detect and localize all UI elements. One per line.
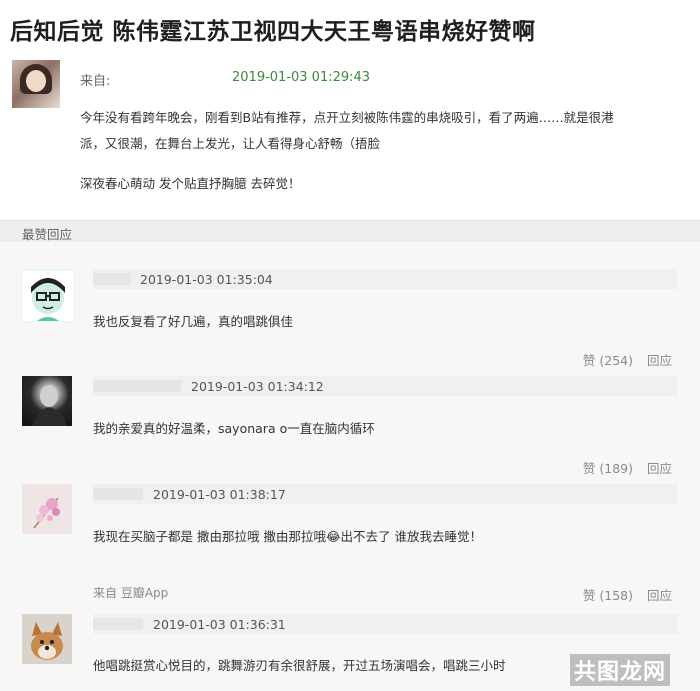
- comment-text: 他唱跳挺赏心悦目的，跳舞游刃有余很舒展，开过五场演唱会，唱跳三小时: [93, 658, 506, 673]
- comment-actions: 赞 (189) 回应: [569, 458, 672, 477]
- like-button[interactable]: 赞 (158): [583, 588, 633, 603]
- commenter-name[interactable]: [93, 618, 143, 630]
- comment-header: 2019-01-03 01:38:17: [93, 484, 678, 504]
- comment-list: 2019-01-03 01:35:04 我也反复看了好几遍，真的唱跳俱佳 赞 (…: [0, 242, 700, 691]
- comment-actions: 赞 (158) 回应: [569, 585, 672, 604]
- commenter-avatar[interactable]: [22, 484, 72, 534]
- post-paragraph-line: 派，又很潮，在舞台上发光，让人看得身心舒畅（捂脸: [80, 136, 381, 151]
- author-avatar[interactable]: [12, 60, 60, 108]
- commenter-avatar[interactable]: [22, 614, 72, 664]
- section-header: 最赞回应: [0, 220, 700, 243]
- dog-avatar-icon: [31, 622, 63, 660]
- cartoon-avatar-icon: [31, 278, 65, 321]
- post-body: 今年没有看跨年晚会，刚看到B站有推荐，点开立刻被陈伟霆的串烧吸引，看了两遍……就…: [80, 105, 680, 197]
- site-watermark: 共图龙网: [570, 654, 671, 686]
- post-paragraph-line: 今年没有看跨年晚会，刚看到B站有推荐，点开立刻被陈伟霆的串烧吸引，看了两遍……就…: [80, 110, 614, 125]
- commenter-name[interactable]: [93, 380, 181, 392]
- post-from-label: 来自:: [80, 74, 111, 89]
- comment-actions: 赞 (254) 回应: [569, 350, 672, 369]
- comment-time: 2019-01-03 01:35:04: [140, 272, 273, 287]
- comment-time: 2019-01-03 01:38:17: [153, 487, 286, 502]
- post-paragraph: 深夜春心萌动 发个贴直抒胸臆 去碎觉！: [80, 176, 301, 191]
- commenter-name[interactable]: [93, 273, 131, 285]
- comment-text: 我的亲爱真的好温柔，sayonara o一直在脑内循环: [93, 421, 375, 436]
- post-time: 2019-01-03 01:29:43: [232, 70, 371, 85]
- reply-button[interactable]: 回应: [647, 588, 672, 603]
- like-button[interactable]: 赞 (189): [583, 461, 633, 476]
- reply-button[interactable]: 回应: [647, 353, 672, 368]
- comment-text: 我也反复看了好几遍，真的唱跳俱佳: [93, 314, 294, 329]
- commenter-name[interactable]: [93, 488, 143, 500]
- comment-time: 2019-01-03 01:34:12: [191, 379, 324, 394]
- like-button[interactable]: 赞 (254): [583, 353, 633, 368]
- comment-source: 来自 豆瓣App: [93, 586, 169, 600]
- commenter-avatar[interactable]: [22, 270, 74, 322]
- comment-text: 我现在买脑子都是 撒由那拉哦 撒由那拉哦😂出不去了 谁放我去睡觉！: [93, 529, 483, 544]
- flower-avatar-icon: [33, 497, 60, 529]
- page-title: 后知后觉 陈伟霆江苏卫视四大天王粤语串烧好赞啊: [10, 19, 536, 45]
- reply-button[interactable]: 回应: [647, 461, 672, 476]
- photo-avatar-icon: [32, 385, 66, 426]
- commenter-avatar[interactable]: [22, 376, 72, 426]
- comment-header: 2019-01-03 01:34:12: [93, 376, 678, 396]
- section-header-label: 最赞回应: [22, 227, 73, 242]
- comment-header: 2019-01-03 01:36:31: [93, 614, 678, 634]
- comment-time: 2019-01-03 01:36:31: [153, 617, 286, 632]
- comment-header: 2019-01-03 01:35:04: [93, 269, 678, 289]
- avatar-face: [26, 70, 46, 92]
